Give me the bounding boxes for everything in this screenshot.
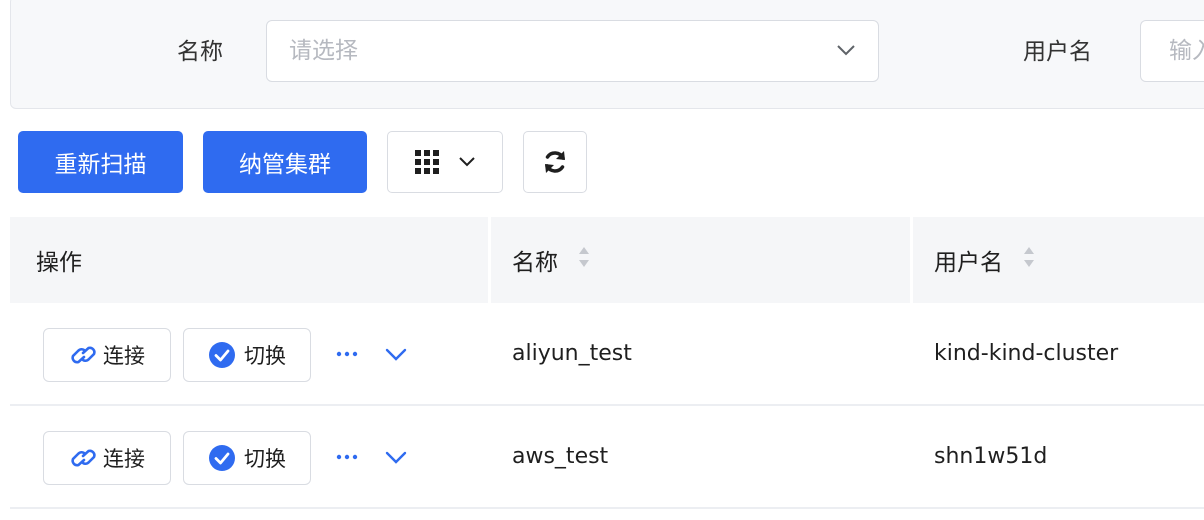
switch-button[interactable]: 切换 [183, 431, 311, 485]
chevron-down-icon[interactable] [385, 347, 407, 366]
filter-bar: 名称 请选择 用户名 输入 [10, 0, 1204, 109]
chevron-down-icon [836, 42, 856, 61]
username-filter-input[interactable]: 输入 [1140, 20, 1204, 82]
more-icon[interactable] [336, 446, 358, 470]
cell-name: aliyun_test [512, 341, 632, 366]
connect-label: 连接 [103, 344, 145, 368]
check-circle-icon [209, 342, 235, 368]
check-circle-icon [209, 445, 235, 471]
switch-label: 切换 [244, 447, 286, 471]
refresh-icon [542, 149, 568, 175]
cell-username: kind-kind-cluster [934, 341, 1119, 366]
column-header-username[interactable]: 用户名 [934, 217, 1035, 303]
link-icon [71, 449, 96, 467]
sort-icon[interactable] [1023, 246, 1035, 274]
column-header-label: 操作 [36, 250, 82, 276]
table-row: 连接 切换 aliyun_test kind-kind-cluster [10, 303, 1204, 406]
link-icon [71, 346, 96, 364]
table-header: 操作 名称 用户名 [10, 217, 1204, 303]
name-filter-select[interactable]: 请选择 [266, 20, 879, 82]
name-filter-label: 名称 [177, 39, 223, 65]
refresh-button[interactable] [523, 131, 587, 193]
username-filter-label: 用户名 [1023, 39, 1092, 65]
cell-username: shn1w51d [934, 444, 1048, 469]
grid-icon [414, 149, 440, 175]
connect-label: 连接 [103, 447, 145, 471]
manage-cluster-button[interactable]: 纳管集群 [203, 131, 367, 193]
cell-name: aws_test [512, 444, 609, 469]
name-filter-placeholder: 请选择 [289, 38, 358, 64]
column-header-label: 用户名 [934, 250, 1003, 276]
switch-button[interactable]: 切换 [183, 328, 311, 382]
switch-label: 切换 [244, 344, 286, 368]
rescan-button[interactable]: 重新扫描 [18, 131, 183, 193]
connect-button[interactable]: 连接 [43, 431, 171, 485]
column-header-actions: 操作 [36, 217, 82, 303]
chevron-down-icon[interactable] [385, 450, 407, 469]
chevron-down-icon [458, 156, 476, 168]
column-settings-button[interactable] [387, 131, 503, 193]
column-divider [910, 217, 913, 303]
table-row: 连接 切换 aws_test shn1w51d [10, 406, 1204, 509]
column-divider [488, 217, 491, 303]
username-filter-placeholder: 输入 [1169, 38, 1204, 64]
sort-icon[interactable] [578, 246, 590, 274]
column-header-name[interactable]: 名称 [512, 217, 590, 303]
column-header-label: 名称 [512, 250, 558, 276]
more-icon[interactable] [336, 343, 358, 367]
connect-button[interactable]: 连接 [43, 328, 171, 382]
